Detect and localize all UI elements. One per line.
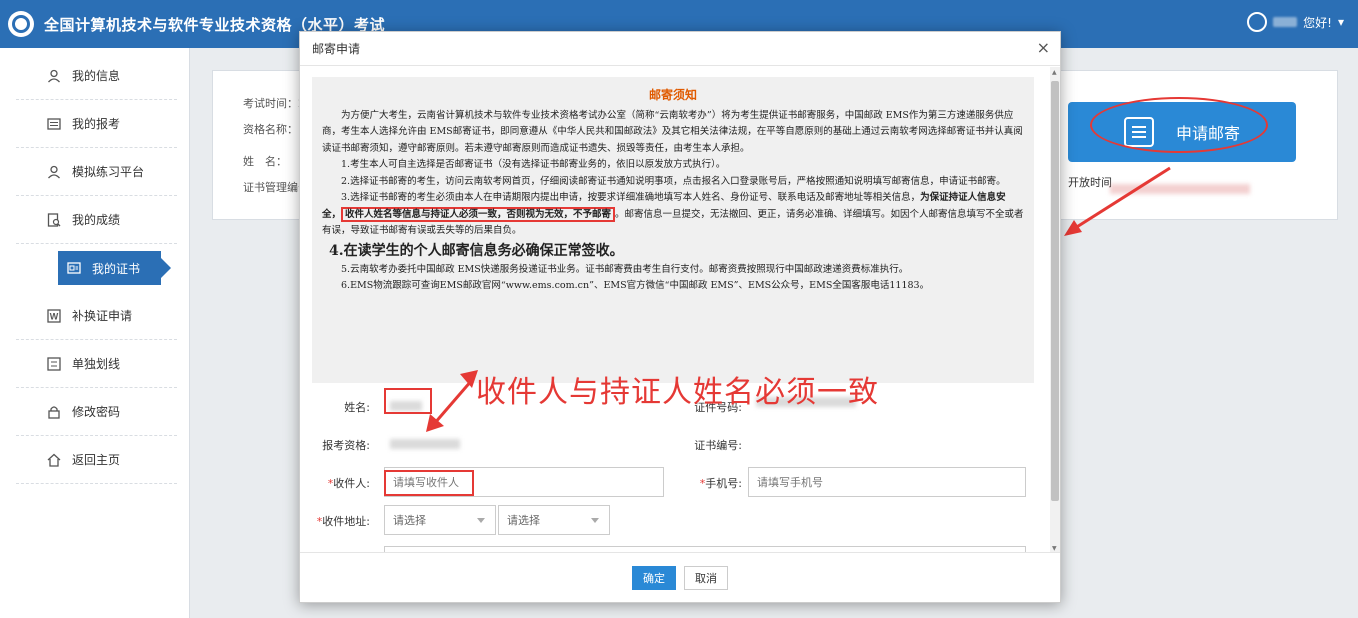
province-select-value: 请选择 [393,514,426,527]
notice-paragraph: 3.选择证书邮寄的考生必须由本人在申请期限内提出申请，按要求详细准确地填写本人姓… [322,190,1024,240]
certificate-icon [66,260,82,276]
sidebar-item-my-scores[interactable]: 我的成绩 [16,196,177,244]
annotation-arrow-icon [426,370,478,432]
notice-paragraph: 5.云南软考办委托中国邮政 EMS快递服务投递证书业务。证书邮寄费由考生自行支付… [341,263,909,275]
chevron-down-icon [591,518,599,523]
name-label: 姓名: [344,401,370,414]
receiver-highlight-box [384,470,474,496]
notice-highlight-box: 收件人姓名等信息与持证人必须一致，否则视为无效，不予邮寄 [341,206,616,222]
user-menu[interactable]: 您好! ▾ [1247,12,1344,32]
address-label-text: 收件地址: [322,515,370,528]
cert-id-label: 证书编号: [694,439,742,452]
home-icon [46,452,62,468]
phone-input[interactable] [748,467,1026,497]
city-select[interactable]: 请选择 [498,505,610,535]
scrollbar-thumb[interactable] [1051,81,1059,501]
sidebar-item-label: 我的成绩 [72,213,121,227]
dialog-scrollbar[interactable]: ▲ ▼ [1050,67,1060,554]
notice-paragraph: 2.选择证书邮寄的考生，访问云南软考网首页，仔细阅读邮寄证书通知说明事项，点击报… [341,175,1006,187]
sidebar-item-my-certificate[interactable]: 我的证书 [58,251,171,285]
sidebar-item-change-password[interactable]: 修改密码 [16,388,177,436]
dialog-title: 邮寄申请 [312,42,361,56]
list-icon [46,116,62,132]
annotation-ellipse [1090,97,1268,153]
search-doc-icon [46,212,62,228]
sidebar-item-label: 补换证申请 [72,309,133,323]
lock-icon [46,404,62,420]
notice-paragraph: 6.EMS物流跟踪可查询EMS邮政官网“www.ems.com.cn”、EMS官… [341,280,930,291]
sidebar-item-separate-line[interactable]: 单独划线 [16,340,177,388]
confirm-button[interactable]: 确定 [632,565,676,590]
qualification-label: 资格名称： [243,123,298,136]
dialog-body[interactable]: 邮寄须知 为方便广大考生，云南省计算机技术与软件专业技术资格考试办公室（简称“云… [300,67,1060,554]
mail-notice: 邮寄须知 为方便广大考生，云南省计算机技术与软件专业技术资格考试办公室（简称“云… [312,77,1034,383]
notice-student-line: 4.在读学生的个人邮寄信息务必确保正常签收。 [329,242,624,259]
dialog-header: 邮寄申请 [300,32,1060,66]
chevron-down-icon [477,518,485,523]
exam-time-label: 考试时间：2 [243,97,305,110]
address-label: *收件地址: [304,513,370,529]
sidebar-item-label: 我的信息 [72,69,121,83]
sidebar-item-my-info[interactable]: 我的信息 [16,52,177,100]
receiver-label-text: 收件人: [333,477,370,490]
sidebar-item-label: 我的报考 [72,117,121,131]
sidebar-item-practice[interactable]: 模拟练习平台 [16,148,177,196]
word-icon: W [46,308,62,324]
notice-text: 3.选择证书邮寄的考生必须由本人在申请期限内提出申请，按要求详细准确地填写本人姓… [341,192,921,203]
notice-paragraph: 为方便广大考生，云南省计算机技术与软件专业技术资格考试办公室（简称“云南软考办”… [322,109,1023,154]
scroll-down-icon[interactable]: ▼ [1052,545,1057,552]
sidebar-item-label: 模拟练习平台 [72,165,145,179]
user-icon [46,164,62,180]
city-select-value: 请选择 [507,514,540,527]
sidebar: 我的信息 我的报考 模拟练习平台 我的成绩 我的证书 W 补换证申请 单独划线 [0,48,190,618]
sidebar-item-my-registration[interactable]: 我的报考 [16,100,177,148]
sidebar-item-label: 修改密码 [72,405,121,419]
site-logo-icon [8,11,34,37]
notice-paragraph: 1.考生本人可自主选择是否邮寄证书（没有选择证书邮寄业务的，依旧以原发放方式执行… [341,159,726,170]
svg-text:W: W [50,311,59,321]
greeting-text: 您好! [1303,15,1332,30]
qualification-blurred [390,439,460,449]
qualification-label: 报考资格: [322,439,370,452]
sidebar-item-home[interactable]: 返回主页 [16,436,177,484]
annotation-arrow-icon [1064,166,1171,236]
user-avatar-icon[interactable] [1247,12,1268,32]
sidebar-item-label: 单独划线 [72,357,121,371]
receiver-label: *收件人: [310,475,370,491]
phone-label: *手机号: [682,475,742,491]
cancel-button[interactable]: 取消 [684,565,728,590]
close-icon[interactable]: × [1037,40,1050,56]
name-label: 姓 名： [243,155,287,168]
phone-label-text: 手机号: [705,477,742,490]
annotation-text: 收件人与持证人姓名必须一致 [476,375,879,410]
dialog-footer: 确定 取消 [300,552,1060,602]
sidebar-item-label: 返回主页 [72,453,121,467]
form-icon [46,356,62,372]
sidebar-item-replace-certificate[interactable]: W 补换证申请 [16,292,177,340]
notice-heading: 邮寄须知 [648,88,697,102]
user-icon [46,68,62,84]
province-select[interactable]: 请选择 [384,505,496,535]
chevron-down-icon[interactable]: ▾ [1338,15,1344,29]
scroll-up-icon[interactable]: ▲ [1052,69,1057,76]
sidebar-item-label: 我的证书 [92,261,141,276]
mail-application-dialog: 邮寄申请 × 邮寄须知 为方便广大考生，云南省计算机技术与软件专业技术资格考试办… [299,31,1061,603]
user-name-blurred [1273,17,1298,27]
